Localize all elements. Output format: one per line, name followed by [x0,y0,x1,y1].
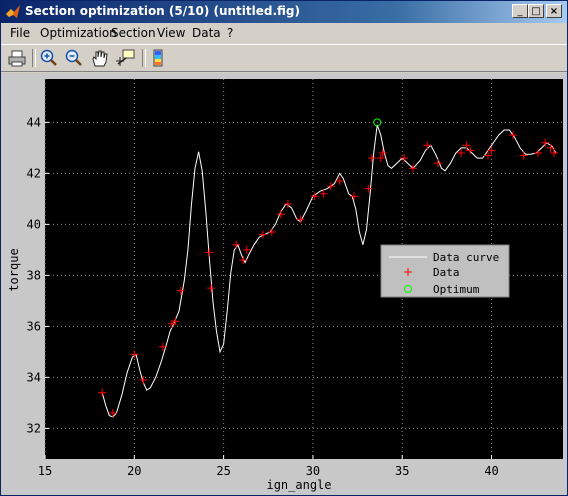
menu-file[interactable]: File [10,26,30,40]
pan-icon[interactable] [89,48,111,69]
colorbar-icon[interactable] [147,48,169,69]
x-tick-label: 20 [127,464,141,478]
y-tick-label: 44 [27,115,41,129]
y-axis-label: torque [7,248,21,291]
y-tick-label: 34 [27,370,41,384]
legend-label-curve: Data curve [433,251,499,264]
x-tick-label: 40 [484,464,498,478]
menu-help[interactable]: ? [227,26,233,40]
minimize-button[interactable]: _ [512,4,528,18]
y-tick-label: 32 [27,421,41,435]
data-cursor-icon[interactable] [114,48,136,69]
maximize-button[interactable]: □ [528,4,544,18]
zoom-in-icon[interactable] [38,48,60,69]
y-tick-label: 36 [27,319,41,333]
matlab-logo-icon [6,5,20,18]
x-axis-label: ign_angle [266,478,331,492]
zoom-out-icon[interactable] [63,48,85,69]
menu-view[interactable]: View [157,26,185,40]
y-tick-label: 42 [27,166,41,180]
menu-section[interactable]: Section [111,26,156,40]
legend-label-optimum: Optimum [433,283,480,296]
legend: Data curve Data Optimum [380,244,510,298]
x-tick-label: 35 [395,464,409,478]
y-tick-label: 40 [27,217,41,231]
close-button[interactable]: × [546,4,562,18]
toolbar [1,44,567,72]
legend-label-data: Data [433,266,460,279]
figure-area: 15 20 25 30 35 40 32 34 36 38 40 42 44 ign_angle tor… [1,73,567,495]
chart-svg[interactable]: 15 20 25 30 35 40 32 34 36 38 40 42 44 ign_angle tor… [1,73,567,495]
menu-optimization[interactable]: Optimization [40,26,117,40]
x-tick-label: 30 [306,464,320,478]
figure-window: Section optimization (5/10) (untitled.fi… [0,0,568,496]
x-tick-label: 15 [38,464,52,478]
y-tick-label: 38 [27,268,41,282]
title-bar[interactable]: Section optimization (5/10) (untitled.fi… [1,1,567,23]
window-title: Section optimization (5/10) (untitled.fi… [25,4,301,18]
menu-data[interactable]: Data [192,26,221,40]
print-icon[interactable] [6,48,28,69]
menu-bar: File Optimization Section View Data ? [1,23,567,44]
x-tick-label: 25 [216,464,230,478]
